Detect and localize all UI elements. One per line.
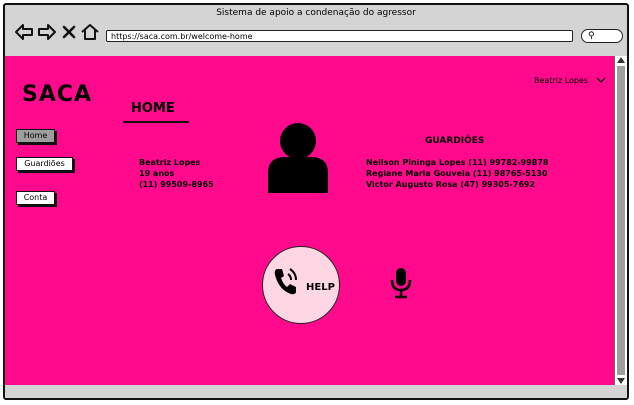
page-title: HOME (131, 101, 175, 116)
back-arrow-icon[interactable] (14, 23, 34, 41)
vertical-scrollbar[interactable] (614, 56, 627, 385)
browser-window: Sistema de apoio a condenação do agresso… (3, 3, 629, 400)
home-icon[interactable] (80, 23, 100, 41)
bottom-bar (5, 385, 627, 398)
profile-age: 19 anos (139, 169, 175, 178)
close-icon[interactable] (62, 23, 76, 41)
page-content: SACA Beatriz Lopes HOME Home Guardiões C… (5, 56, 614, 385)
app-logo: SACA (22, 82, 93, 107)
sidebar-item-guardioes[interactable]: Guardiões (16, 157, 73, 171)
guardian-item: Neilson Pininga Lopes (11) 99782-99878 (366, 158, 549, 167)
browser-search-field[interactable]: ⚲ (581, 29, 623, 43)
search-icon: ⚲ (588, 31, 595, 41)
profile-name: Beatriz Lopes (139, 158, 201, 167)
microphone-icon[interactable] (390, 267, 412, 299)
guardian-item: Victor Augusto Rosa (47) 99305-7692 (366, 180, 536, 189)
sidebar-item-conta[interactable]: Conta (16, 191, 55, 205)
sidebar-item-home[interactable]: Home (16, 129, 55, 143)
profile-info: Beatriz Lopes 19 anos (11) 99509-8965 (139, 157, 214, 190)
profile-phone: (11) 99509-8965 (139, 180, 214, 189)
help-button[interactable]: HELP (262, 246, 340, 324)
guardians-title: GUARDIÕES (425, 136, 485, 146)
help-label: HELP (306, 282, 335, 293)
guardians-list: Neilson Pininga Lopes (11) 99782-99878 R… (366, 157, 549, 190)
address-bar[interactable]: https://saca.com.br/welcome-home (106, 30, 573, 42)
window-title: Sistema de apoio a condenação do agresso… (216, 8, 416, 18)
guardian-item: Regiane Maria Gouveia (11) 98765-5130 (366, 169, 548, 178)
chevron-down-icon[interactable] (596, 76, 606, 84)
scroll-down-icon[interactable] (617, 378, 625, 384)
scrollbar-thumb[interactable] (617, 66, 625, 375)
user-avatar-icon (268, 123, 328, 193)
phone-call-icon (274, 268, 297, 295)
scroll-up-icon[interactable] (617, 57, 625, 63)
title-underline (123, 121, 189, 123)
user-menu-name[interactable]: Beatriz Lopes (534, 76, 588, 85)
forward-arrow-icon[interactable] (37, 23, 57, 41)
